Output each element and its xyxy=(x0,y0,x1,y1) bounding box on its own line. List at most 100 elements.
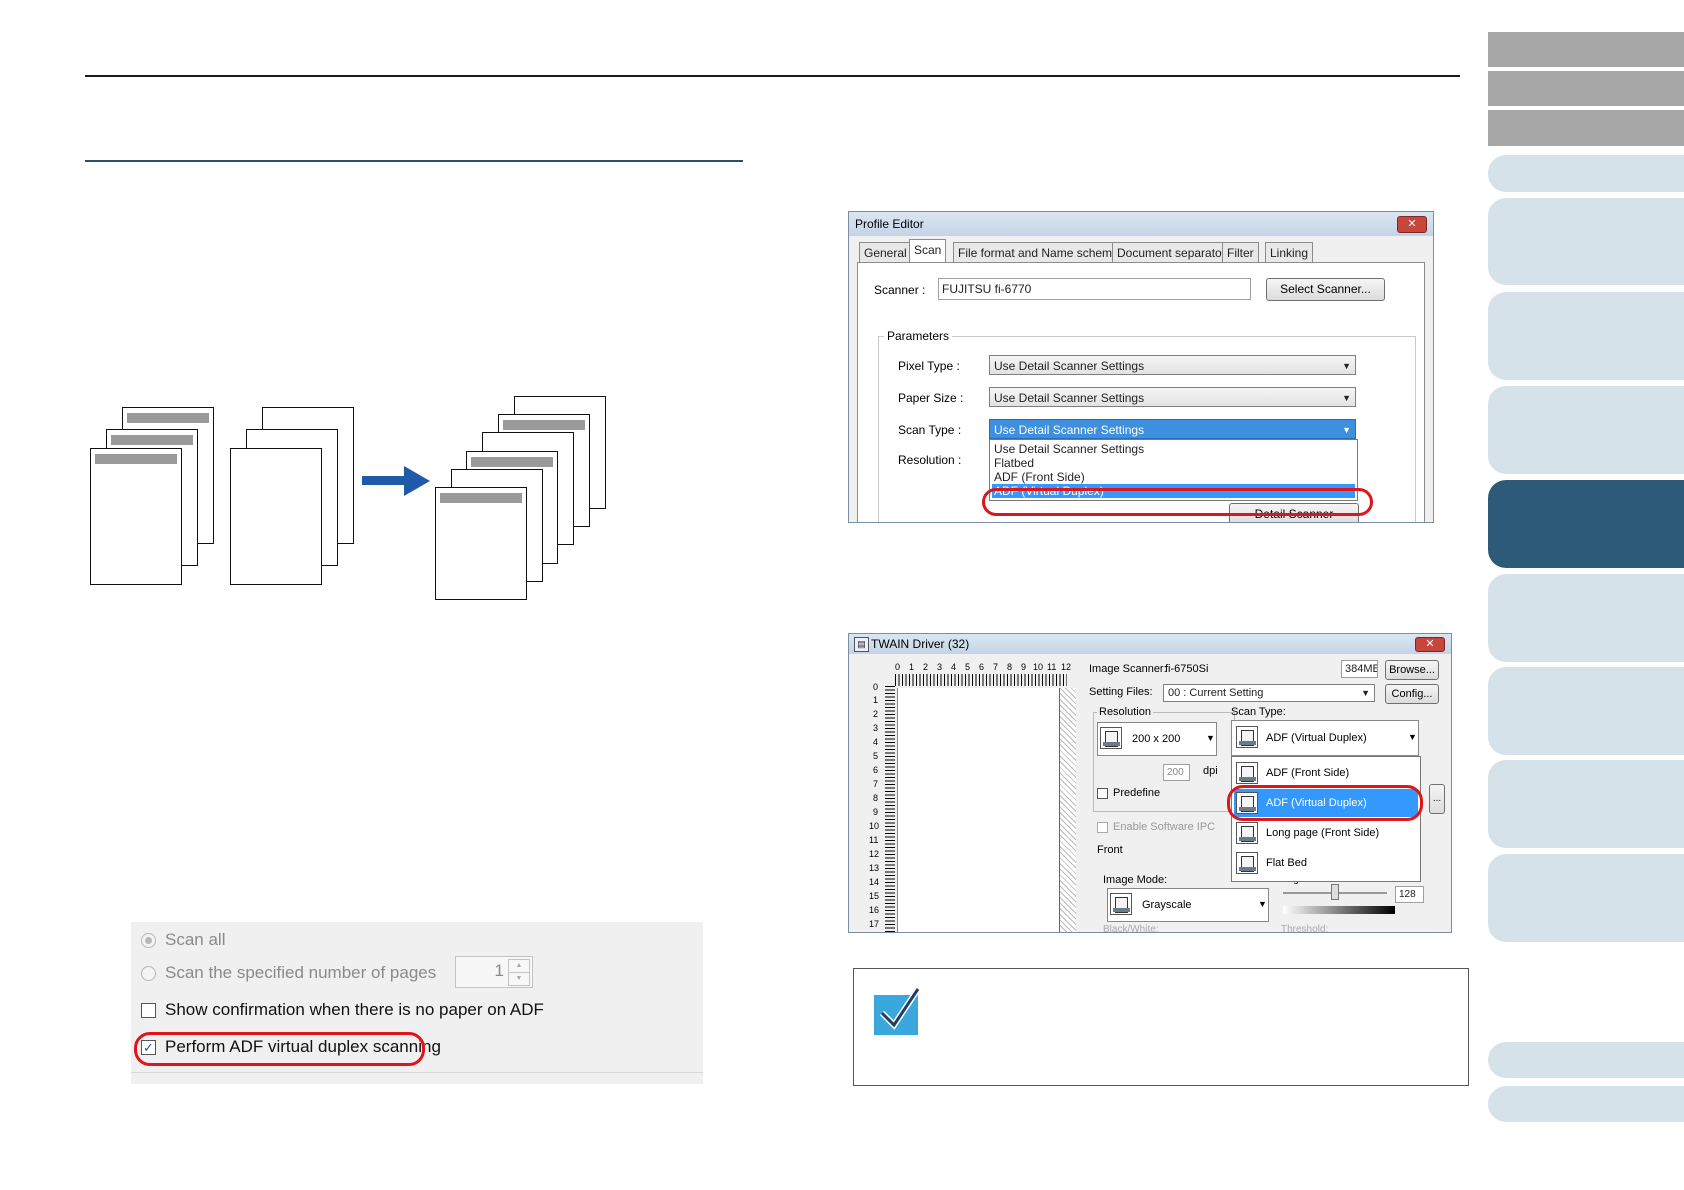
predefine-label: Predefine xyxy=(1113,787,1161,799)
predefine-checkbox[interactable] xyxy=(1097,788,1108,799)
page-count-spinner[interactable]: 1 ▲ ▼ xyxy=(455,956,533,988)
config-button[interactable]: Config... xyxy=(1385,684,1439,704)
pixel-type-value: Use Detail Scanner Settings xyxy=(994,359,1145,373)
ruler-tick: 5 xyxy=(873,751,879,761)
dropdown-arrow-icon: ▼ xyxy=(1361,688,1370,698)
spinner-down-icon[interactable]: ▼ xyxy=(508,972,530,986)
side-tab-9[interactable] xyxy=(1488,574,1684,662)
scan-type-label: Scan Type : xyxy=(898,423,962,437)
tab-document-separator[interactable]: Document separator xyxy=(1112,242,1231,263)
setting-files-label: Setting Files: xyxy=(1089,686,1153,698)
setting-files-combo[interactable]: 00 : Current Setting ▼ xyxy=(1163,684,1375,702)
scan-type-combo[interactable]: Use Detail Scanner Settings ▼ xyxy=(989,419,1356,439)
adf-front-icon xyxy=(1236,762,1258,784)
spinner-up-icon[interactable]: ▲ xyxy=(508,959,530,973)
option-adf-front[interactable]: ADF (Front Side) xyxy=(992,470,1355,484)
adf-duplex-icon xyxy=(1236,726,1258,748)
scan-specified-radio[interactable] xyxy=(141,966,156,981)
ruler-tick: 15 xyxy=(869,891,880,901)
browse-button[interactable]: Browse... xyxy=(1385,660,1439,680)
option-long-page[interactable]: Long page (Front Side) xyxy=(1232,819,1418,847)
scan-type-value: ADF (Virtual Duplex) xyxy=(1266,732,1367,744)
tab-file-format[interactable]: File format and Name scheme xyxy=(953,242,1124,263)
ruler-tick: 4 xyxy=(951,662,957,672)
ruler-tick: 12 xyxy=(869,849,880,859)
side-tab-4[interactable] xyxy=(1488,155,1684,192)
show-confirmation-checkbox[interactable] xyxy=(141,1003,156,1018)
tab-filter[interactable]: Filter xyxy=(1222,242,1259,263)
paper-size-combo[interactable]: Use Detail Scanner Settings ▼ xyxy=(989,387,1356,407)
ruler-tick: 4 xyxy=(873,737,879,747)
side-tab-8-active[interactable] xyxy=(1488,480,1684,568)
option-flat-bed[interactable]: Flat Bed xyxy=(1232,849,1418,877)
enable-ipc-checkbox[interactable] xyxy=(1097,822,1108,833)
parameters-label: Parameters xyxy=(884,329,953,343)
right-arrow-icon xyxy=(362,466,430,496)
scanner-field[interactable]: FUJITSU fi-6770 xyxy=(938,278,1251,300)
pixel-type-label: Pixel Type : xyxy=(898,359,960,373)
flatbed-icon xyxy=(1236,852,1258,874)
option-flatbed[interactable]: Flatbed xyxy=(992,456,1355,470)
resolution-value: 200 x 200 xyxy=(1132,733,1181,745)
image-mode-combo[interactable]: Grayscale ▼ xyxy=(1107,888,1269,922)
option-use-detail[interactable]: Use Detail Scanner Settings xyxy=(992,442,1355,456)
more-button[interactable]: ... xyxy=(1429,784,1445,814)
side-tab-2[interactable] xyxy=(1488,71,1684,106)
scan-type-value: Use Detail Scanner Settings xyxy=(994,423,1145,437)
ruler-tick: 13 xyxy=(869,863,880,873)
close-button[interactable]: ✕ xyxy=(1397,216,1427,233)
side-tab-3[interactable] xyxy=(1488,110,1684,146)
scan-type-combo[interactable]: ADF (Virtual Duplex) ▼ xyxy=(1231,720,1419,756)
tab-scan[interactable]: Scan xyxy=(909,239,947,263)
page-count-value: 1 xyxy=(494,961,504,980)
highlight-ring xyxy=(982,488,1373,516)
setting-files-value: 00 : Current Setting xyxy=(1168,687,1264,699)
tab-general[interactable]: General xyxy=(859,242,912,263)
ruler-tick: 2 xyxy=(873,709,879,719)
brightness-gradient xyxy=(1283,906,1395,914)
side-tab-14[interactable] xyxy=(1488,1086,1684,1122)
dialog-title: Profile Editor xyxy=(849,212,1433,236)
side-tab-13[interactable] xyxy=(1488,1042,1684,1078)
scan-specified-label: Scan the specified number of pages xyxy=(165,963,437,982)
front-tab[interactable]: Front xyxy=(1097,844,1123,856)
side-tab-10[interactable] xyxy=(1488,667,1684,755)
pixel-type-combo[interactable]: Use Detail Scanner Settings ▼ xyxy=(989,355,1356,375)
dpi-field[interactable]: 200 xyxy=(1163,764,1190,781)
option-adf-front[interactable]: ADF (Front Side) xyxy=(1232,759,1418,787)
side-tab-5[interactable] xyxy=(1488,198,1684,285)
side-tab-6[interactable] xyxy=(1488,292,1684,380)
scan-tab-panel: Scanner : FUJITSU fi-6770 Select Scanner… xyxy=(857,262,1425,522)
panel-divider xyxy=(131,1072,703,1073)
scanner-label: Scanner : xyxy=(874,283,926,297)
ruler-tick: 11 xyxy=(1047,662,1057,672)
paper-size-label: Paper Size : xyxy=(898,391,964,405)
preview-area[interactable] xyxy=(897,688,1060,932)
close-button[interactable]: ✕ xyxy=(1415,637,1445,652)
ruler-tick: 7 xyxy=(873,779,879,789)
resolution-label: Resolution xyxy=(1097,706,1153,718)
duplex-options-panel: Scan all Scan the specified number of pa… xyxy=(131,922,703,1084)
twain-driver-dialog: TWAIN Driver (32) ▤ ✕ 0 1 2 3 4 5 6 7 8 … xyxy=(848,633,1452,933)
dpi-unit: dpi xyxy=(1203,765,1218,777)
brightness-thumb[interactable] xyxy=(1331,884,1339,900)
dropdown-arrow-icon: ▼ xyxy=(1342,361,1351,371)
scan-all-radio[interactable] xyxy=(141,933,156,948)
side-tab-7[interactable] xyxy=(1488,386,1684,474)
side-tab-12[interactable] xyxy=(1488,854,1684,942)
scanner-app-icon: ▤ xyxy=(854,637,869,652)
select-scanner-button[interactable]: Select Scanner... xyxy=(1266,278,1385,301)
side-tab-1[interactable] xyxy=(1488,32,1684,67)
ruler-tick: 11 xyxy=(869,835,879,845)
twain-title-text: TWAIN Driver (32) xyxy=(871,637,970,651)
top-ruler-ticks xyxy=(895,674,1067,686)
tab-linking[interactable]: Linking xyxy=(1265,242,1314,263)
resolution-combo[interactable]: 200 x 200 ▼ xyxy=(1097,722,1217,756)
scan-all-label: Scan all xyxy=(165,930,226,949)
brightness-value[interactable]: 128 xyxy=(1395,886,1424,903)
left-ruler-ticks xyxy=(885,686,895,932)
ruler-tick: 3 xyxy=(873,723,879,733)
ruler-tick: 0 xyxy=(895,662,901,672)
side-tab-11[interactable] xyxy=(1488,760,1684,848)
dropdown-arrow-icon: ▼ xyxy=(1206,733,1215,743)
